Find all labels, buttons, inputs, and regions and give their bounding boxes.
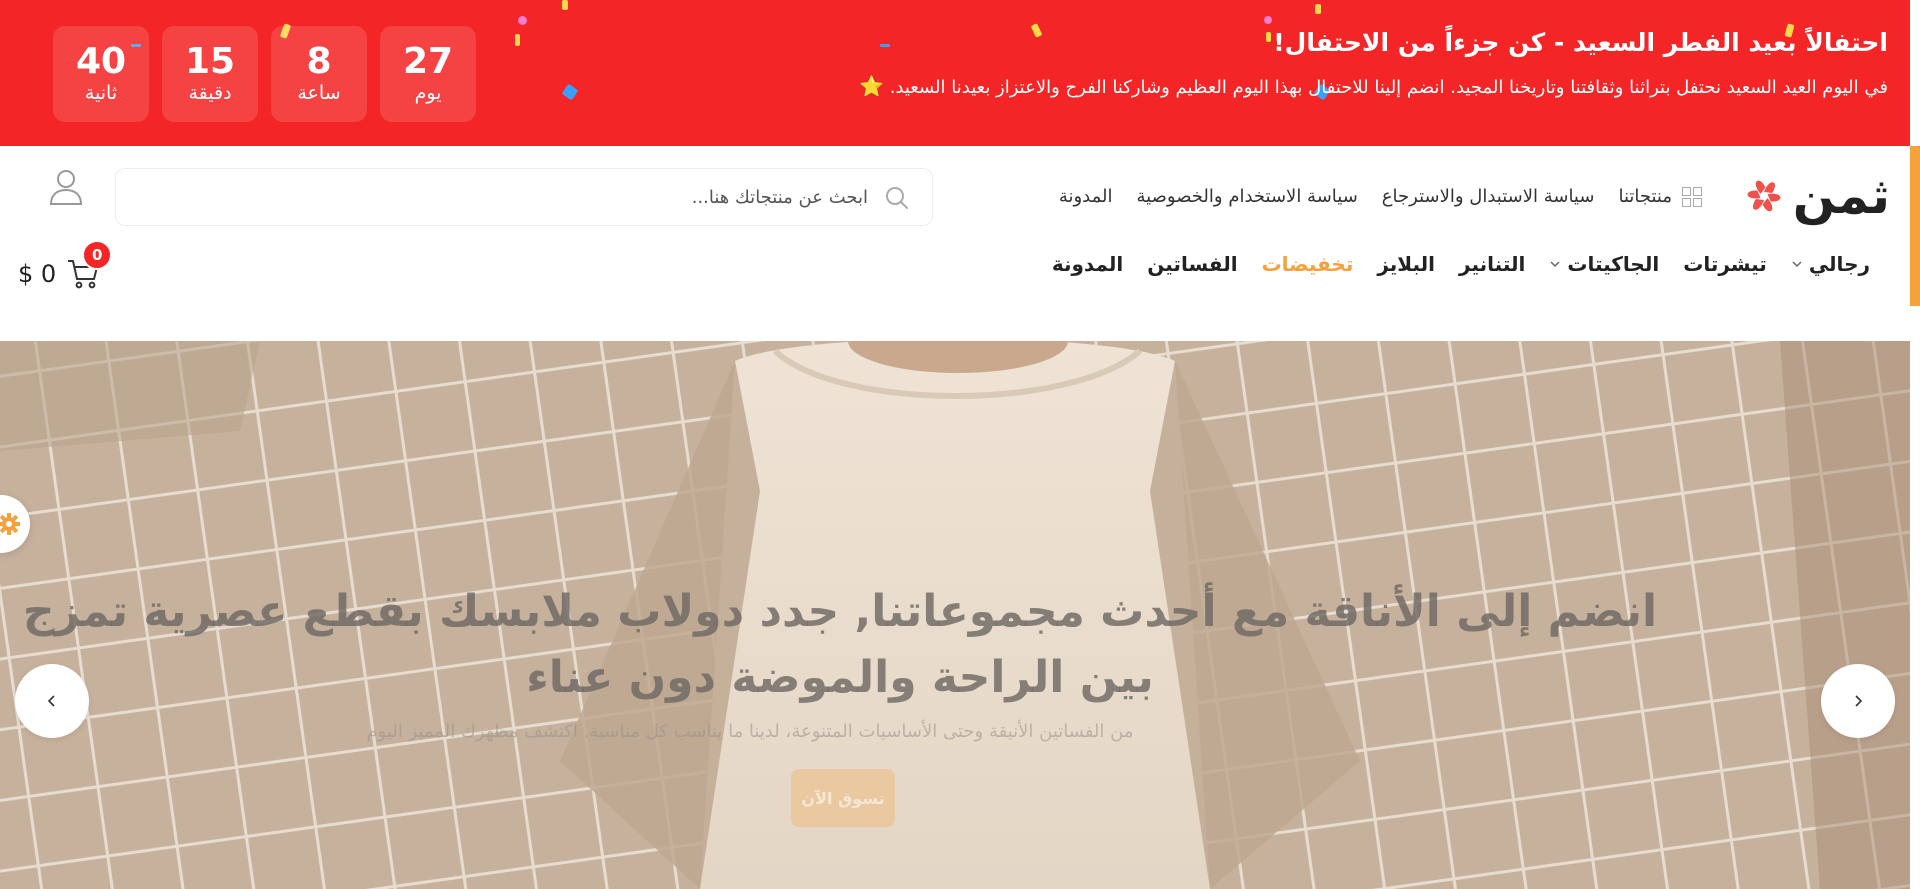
nav-dresses[interactable]: الفساتين	[1147, 252, 1237, 276]
hero-subtitle: من الفساتين الأنيقة وحتى الأساسيات المتن…	[366, 721, 1134, 742]
topnav-return-policy[interactable]: سياسة الاستبدال والاسترجاع	[1382, 186, 1595, 207]
star-icon: ⭐	[859, 74, 884, 98]
confetti-decoration	[880, 44, 890, 47]
nav-skirts[interactable]: التنانير	[1459, 252, 1525, 276]
logo-text: ثمن	[1792, 167, 1890, 225]
promo-banner: احتفالاً بعيد الفطر السعيد - كن جزءاً من…	[0, 0, 1910, 146]
nav-tshirts[interactable]: تيشرتات	[1683, 252, 1767, 276]
user-account-icon[interactable]	[48, 168, 84, 206]
countdown-days: 27 يوم	[380, 26, 476, 122]
confetti-decoration	[1264, 16, 1272, 24]
cart-button[interactable]: $ 0 0	[18, 240, 113, 290]
confetti-decoration	[515, 34, 520, 46]
shop-now-button[interactable]: تسوق الآن	[791, 769, 895, 827]
confetti-decoration	[561, 83, 579, 101]
chevron-right-icon	[1855, 695, 1863, 707]
countdown-minutes: 15 دقيقة	[162, 26, 258, 122]
nav-men[interactable]: رجالي	[1791, 252, 1870, 276]
confetti-decoration	[1315, 4, 1321, 14]
cart-total: $ 0	[18, 260, 57, 288]
nav-blog[interactable]: المدونة	[1052, 252, 1123, 276]
confetti-decoration	[518, 16, 527, 25]
promo-text: في اليوم العيد السعيد نحتفل بتراثنا وثقا…	[855, 74, 1888, 98]
search-bar	[115, 168, 933, 226]
countdown-seconds: 40 ثانية	[53, 26, 149, 122]
site-header: ثمن المدونة سياسة الاستخدام والخصوصية سي…	[0, 146, 1910, 341]
countdown-value: 15	[184, 41, 236, 82]
nav-sale[interactable]: تخفيضات	[1262, 252, 1354, 276]
nav-jackets[interactable]: الجاكيتات	[1549, 252, 1659, 276]
chevron-down-icon	[1792, 261, 1802, 268]
countdown-label: ساعة	[297, 82, 341, 104]
nav-blouses[interactable]: البلايز	[1377, 252, 1435, 276]
nav-men-label: رجالي	[1808, 252, 1870, 276]
topnav-blog[interactable]: المدونة	[1059, 186, 1113, 207]
topnav-privacy-policy[interactable]: سياسة الاستخدام والخصوصية	[1137, 186, 1358, 207]
hero-title-line: بين الراحة والموضة دون عناء	[526, 652, 1154, 703]
site-logo[interactable]: ثمن	[1741, 166, 1890, 226]
hero-title: انضم إلى الأناقة مع أحدث مجموعاتنا, جدد …	[0, 579, 1680, 711]
flower-logo-icon	[1747, 180, 1781, 212]
countdown-value: 27	[402, 41, 454, 82]
promo-text-body: في اليوم العيد السعيد نحتفل بتراثنا وثقا…	[889, 77, 1888, 98]
countdown-label: يوم	[414, 82, 442, 104]
slider-prev-button[interactable]	[15, 664, 89, 738]
countdown-label: دقيقة	[188, 82, 232, 104]
gear-icon	[0, 513, 20, 535]
cart-count-badge: 0	[82, 240, 113, 270]
slider-next-button[interactable]	[1821, 664, 1895, 738]
topnav-our-products-label: منتجاتنا	[1618, 186, 1672, 207]
countdown-value: 40	[75, 41, 127, 82]
topnav-our-products[interactable]: منتجاتنا	[1618, 186, 1702, 207]
cart-icon-wrap: 0	[66, 240, 113, 290]
hero-title-line: انضم إلى الأناقة مع أحدث مجموعاتنا, جدد …	[22, 586, 1658, 637]
grid-icon	[1682, 186, 1702, 207]
promo-title: احتفالاً بعيد الفطر السعيد - كن جزءاً من…	[1273, 28, 1888, 57]
scrollbar-accent[interactable]	[1910, 146, 1920, 306]
nav-jackets-label: الجاكيتات	[1567, 252, 1660, 276]
countdown-label: ثانية	[84, 82, 118, 104]
chevron-left-icon	[47, 695, 55, 707]
countdown-value: 8	[306, 41, 332, 82]
search-input[interactable]	[188, 169, 868, 225]
search-icon[interactable]	[884, 185, 910, 211]
countdown-hours: 8 ساعة	[271, 26, 367, 122]
main-navigation: المدونة الفساتين تخفيضات البلايز التناني…	[1052, 252, 1870, 276]
countdown-timer: 40 ثانية 15 دقيقة 8 ساعة 27 يوم	[53, 26, 476, 122]
confetti-decoration	[1266, 32, 1271, 42]
chevron-down-icon	[1550, 261, 1560, 268]
top-navigation: المدونة سياسة الاستخدام والخصوصية سياسة …	[1059, 186, 1714, 207]
confetti-decoration	[1030, 23, 1043, 38]
hero-slider: انضم إلى الأناقة مع أحدث مجموعاتنا, جدد …	[0, 341, 1910, 889]
confetti-decoration	[562, 0, 568, 10]
